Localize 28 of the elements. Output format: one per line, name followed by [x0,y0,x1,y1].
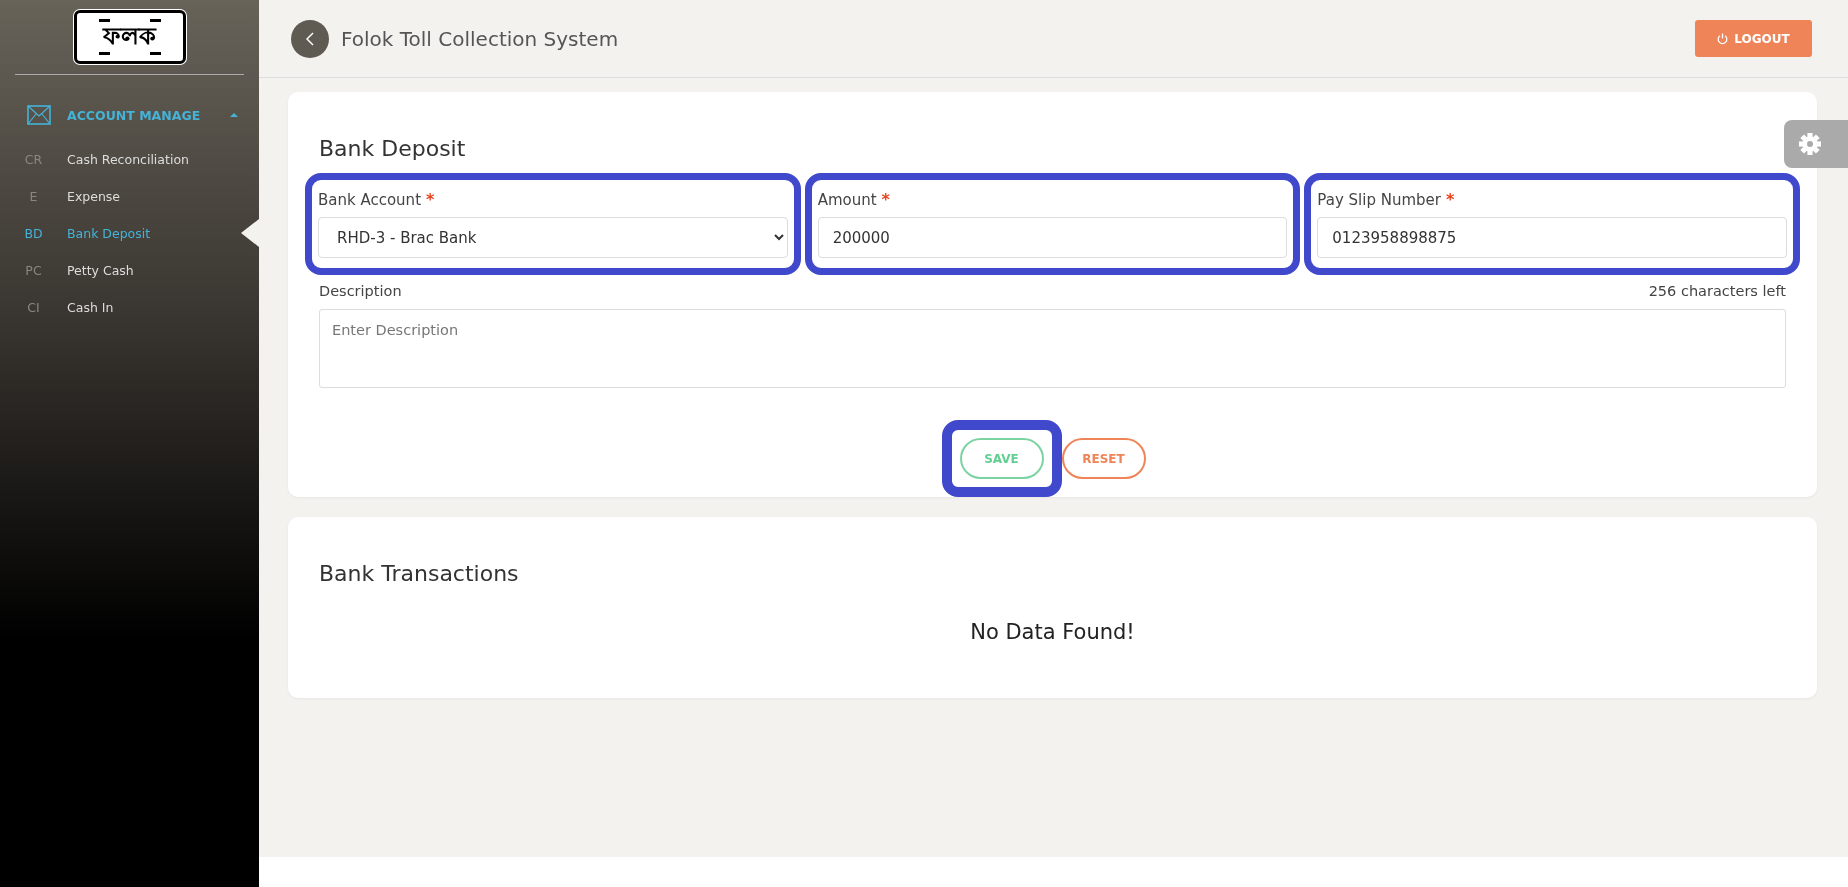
back-button[interactable] [291,19,329,58]
required-asterisk: * [881,190,890,209]
card-title: Bank Deposit [319,136,467,161]
field-label: Description [319,283,402,299]
logo: ফলক [73,10,186,64]
card-title: Bank Transactions [319,561,520,586]
field-label: Pay Slip Number [1317,191,1441,209]
sidebar-item[interactable]: CI Cash In [0,289,259,326]
field-label: Bank Account [318,191,421,209]
caret-icon[interactable] [230,113,239,117]
envelope-icon [27,105,51,125]
sidebar-item[interactable]: PC Petty Cash [0,252,259,289]
character-counter: 256 characters left [1648,283,1786,299]
dropdown-field[interactable]: RHD-3 - Brac Bank [318,217,788,258]
required-asterisk: * [426,190,435,209]
required-asterisk: * [1445,190,1455,209]
field-label: Amount [817,191,877,209]
sidebar-item[interactable]: E Expense [0,178,259,215]
chevron-left-icon [306,31,314,46]
settings-button[interactable] [1784,120,1848,168]
settings-icon [1799,133,1821,155]
empty-message: No Data Found! [969,620,1136,644]
input-field[interactable]: 0123958898875 [1317,217,1787,258]
input-field[interactable]: 200000 [817,217,1288,258]
sidebar-item[interactable]: CR Cash Reconciliation [0,141,259,178]
power-icon [1717,32,1729,45]
description-field[interactable]: Enter Description [319,309,1786,388]
app-title: Folok Toll Collection System [341,26,620,51]
